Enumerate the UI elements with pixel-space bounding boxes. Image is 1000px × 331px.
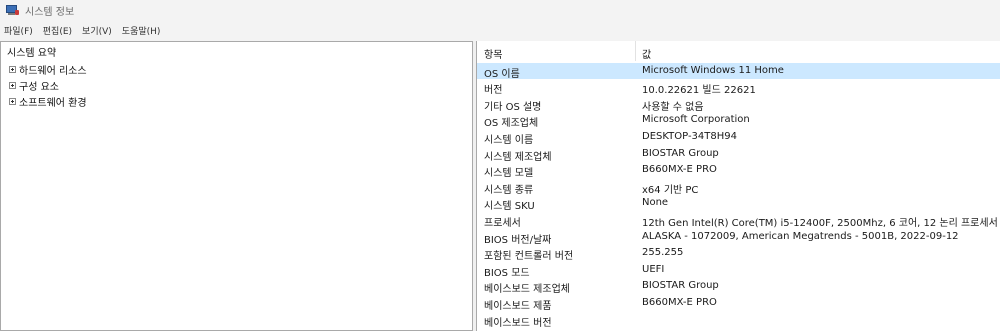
expand-icon[interactable] bbox=[9, 82, 16, 89]
value-cell: x64 기반 PC bbox=[642, 184, 699, 196]
value-cell: 10.0.22621 빌드 22621 bbox=[642, 85, 756, 97]
expand-icon[interactable] bbox=[9, 98, 16, 105]
item-cell: 포함된 컨트롤러 버전 bbox=[484, 251, 574, 263]
value-cell: 255.255 bbox=[642, 247, 684, 259]
value-cell: None bbox=[642, 197, 669, 209]
title-bar: 시스템 정보 bbox=[0, 0, 1000, 20]
item-cell: OS 이름 bbox=[484, 68, 520, 80]
tree-item-software-environment[interactable]: 소프트웨어 환경 bbox=[9, 94, 87, 109]
item-cell: 시스템 이름 bbox=[484, 134, 534, 146]
expand-icon[interactable] bbox=[9, 66, 16, 73]
value-cell: ALASKA - 1072009, American Megatrends - … bbox=[642, 230, 959, 242]
table-row[interactable]: 시스템 이름 DESKTOP-34T8H94 bbox=[477, 129, 1000, 146]
item-cell: 기타 OS 설명 bbox=[484, 101, 542, 113]
value-cell: Microsoft Windows 11 Home bbox=[642, 64, 784, 76]
item-cell: 시스템 종류 bbox=[484, 184, 534, 196]
details-list[interactable]: 항목 값 OS 이름 Microsoft Windows 11 Home 버전 10.… bbox=[476, 41, 1000, 331]
value-cell: BIOSTAR Group bbox=[642, 147, 719, 159]
table-row[interactable]: BIOS 버전/날짜 ALASKA - 1072009, American Meg… bbox=[477, 229, 1000, 246]
table-row[interactable]: 기타 OS 설명 사용할 수 없음 bbox=[477, 96, 1000, 113]
table-row[interactable]: 시스템 종류 x64 기반 PC bbox=[477, 179, 1000, 196]
window-title: 시스템 정보 bbox=[25, 6, 75, 18]
list-header: 항목 값 bbox=[477, 41, 1000, 61]
item-cell: 시스템 모델 bbox=[484, 168, 534, 180]
item-cell: 프로세서 bbox=[484, 217, 521, 229]
value-cell: UEFI bbox=[642, 263, 665, 275]
value-cell: 12th Gen Intel(R) Core(TM) i5-12400F, 25… bbox=[642, 217, 998, 229]
menu-view[interactable]: 보기(V) bbox=[77, 24, 117, 37]
table-row[interactable]: 버전 10.0.22621 빌드 22621 bbox=[477, 79, 1000, 96]
menu-file[interactable]: 파일(F) bbox=[0, 24, 38, 37]
table-row[interactable]: OS 이름 Microsoft Windows 11 Home bbox=[477, 62, 1000, 80]
table-row[interactable]: 베이스보드 버전 bbox=[477, 312, 1000, 329]
table-row[interactable]: 프로세서 12th Gen Intel(R) Core(TM) i5-12400F… bbox=[477, 212, 1000, 229]
item-cell: BIOS 모드 bbox=[484, 267, 530, 279]
table-row[interactable]: 베이스보드 제조업체 BIOSTAR Group bbox=[477, 278, 1000, 295]
value-cell: B660MX-E PRO bbox=[642, 164, 717, 176]
column-divider[interactable] bbox=[635, 41, 636, 61]
table-row[interactable]: 베이스보드 제품 B660MX-E PRO bbox=[477, 295, 1000, 312]
item-cell: 버전 bbox=[484, 85, 503, 97]
value-cell: 사용할 수 없음 bbox=[642, 101, 704, 113]
tree-item-hardware-resources[interactable]: 하드웨어 리소스 bbox=[9, 62, 87, 77]
tree-item-components[interactable]: 구성 요소 bbox=[9, 78, 59, 93]
table-row[interactable]: 포함된 컨트롤러 버전 255.255 bbox=[477, 245, 1000, 262]
item-cell: 베이스보드 제품 bbox=[484, 300, 552, 312]
table-row[interactable]: OS 제조업체 Microsoft Corporation bbox=[477, 112, 1000, 129]
tree-item-label: 소프트웨어 환경 bbox=[19, 98, 87, 109]
value-cell: Microsoft Corporation bbox=[642, 114, 750, 126]
table-row[interactable]: 시스템 모델 B660MX-E PRO bbox=[477, 162, 1000, 179]
item-cell: OS 제조업체 bbox=[484, 118, 539, 130]
item-cell: 시스템 제조업체 bbox=[484, 151, 552, 163]
menu-edit[interactable]: 편집(E) bbox=[38, 24, 77, 37]
table-row[interactable]: BIOS 모드 UEFI bbox=[477, 262, 1000, 279]
menu-help[interactable]: 도움말(H) bbox=[117, 24, 166, 37]
item-cell: 베이스보드 제조업체 bbox=[484, 284, 570, 296]
tree-item-system-summary[interactable]: 시스템 요약 bbox=[7, 44, 56, 59]
tree-item-label: 하드웨어 리소스 bbox=[19, 66, 87, 77]
table-row[interactable]: 시스템 제조업체 BIOSTAR Group bbox=[477, 146, 1000, 163]
item-cell: BIOS 버전/날짜 bbox=[484, 234, 552, 246]
value-cell: B660MX-E PRO bbox=[642, 296, 717, 308]
item-cell: 베이스보드 버전 bbox=[484, 317, 552, 329]
column-header-value[interactable]: 값 bbox=[642, 46, 651, 61]
value-cell: BIOSTAR Group bbox=[642, 280, 719, 292]
menu-bar: 파일(F) 편집(E) 보기(V) 도움말(H) bbox=[0, 21, 1000, 39]
system-information-icon bbox=[6, 4, 19, 16]
column-header-item[interactable]: 항목 bbox=[484, 46, 502, 61]
category-tree[interactable]: 시스템 요약 하드웨어 리소스 구성 요소 소프트웨어 환경 bbox=[0, 41, 473, 331]
table-row[interactable]: 시스템 SKU None bbox=[477, 195, 1000, 212]
item-cell: 시스템 SKU bbox=[484, 201, 535, 213]
value-cell: DESKTOP-34T8H94 bbox=[642, 130, 737, 142]
tree-item-label: 구성 요소 bbox=[19, 82, 59, 93]
